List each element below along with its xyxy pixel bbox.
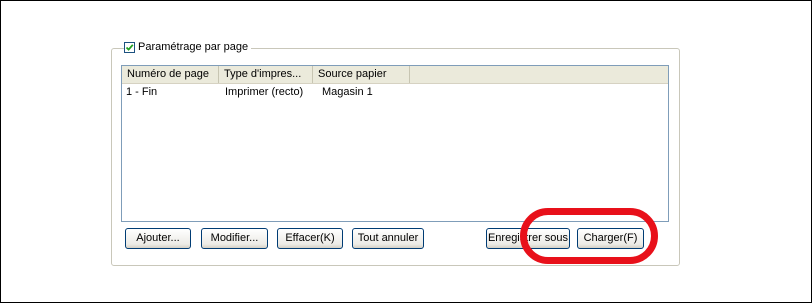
- load-button[interactable]: Charger(F): [577, 228, 644, 249]
- delete-button[interactable]: Effacer(K): [277, 228, 343, 249]
- modify-button[interactable]: Modifier...: [201, 228, 268, 249]
- column-header-print-type[interactable]: Type d'impres...: [219, 66, 313, 83]
- save-as-button[interactable]: Enregistrer sous: [486, 228, 570, 249]
- per-page-settings-checkbox[interactable]: [124, 41, 135, 53]
- list-row[interactable]: 1 - Fin Imprimer (recto) Magasin 1: [122, 85, 668, 99]
- column-header-paper-source[interactable]: Source papier: [313, 66, 410, 83]
- cell-print-type: Imprimer (recto): [225, 86, 304, 98]
- checkmark-icon: [125, 43, 134, 51]
- page-settings-list[interactable]: Numéro de page Type d'impres... Source p…: [121, 65, 669, 222]
- column-header-page-number[interactable]: Numéro de page: [122, 66, 219, 83]
- per-page-settings-label: Paramétrage par page: [138, 40, 249, 53]
- per-page-settings-legend[interactable]: Paramétrage par page: [124, 40, 252, 54]
- cell-paper-source: Magasin 1: [322, 86, 373, 98]
- cell-page-number: 1 - Fin: [126, 86, 158, 98]
- list-header: Numéro de page Type d'impres... Source p…: [122, 66, 668, 84]
- cancel-all-button[interactable]: Tout annuler: [352, 228, 424, 249]
- add-button[interactable]: Ajouter...: [125, 228, 191, 249]
